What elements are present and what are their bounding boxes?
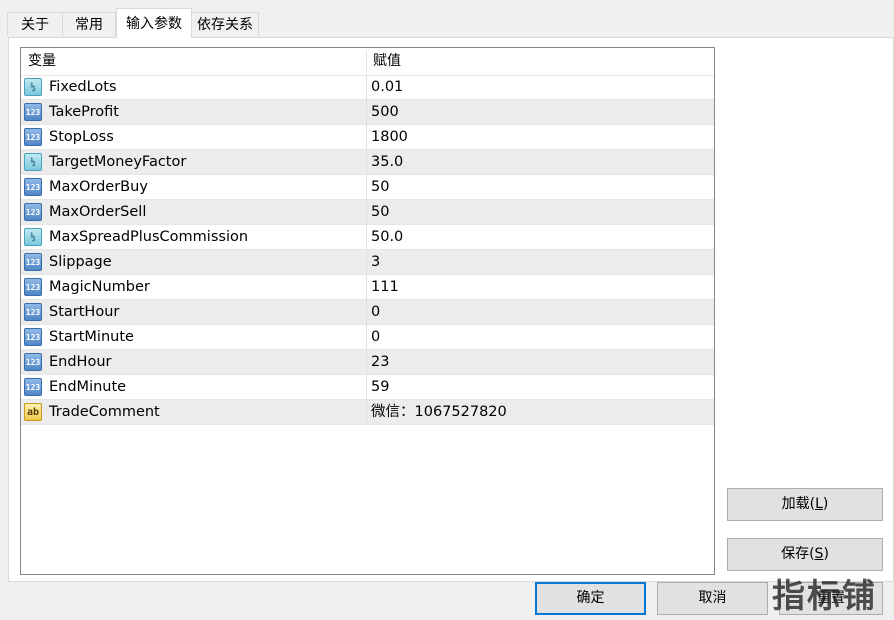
param-row[interactable]: 123 TakeProfit 500 [21, 100, 714, 125]
integer-icon: 123 [24, 103, 42, 121]
integer-icon: 123 [24, 278, 42, 296]
load-button[interactable]: 加载(L) [727, 488, 883, 521]
param-row[interactable]: 123 MagicNumber 111 [21, 275, 714, 300]
param-value[interactable]: 59 [371, 375, 389, 400]
tab-common[interactable]: 常用 [62, 12, 116, 36]
column-separator [366, 250, 367, 275]
param-name: EndMinute [49, 379, 127, 395]
param-row[interactable]: 123 StartHour 0 [21, 300, 714, 325]
integer-icon: 123 [24, 303, 42, 321]
param-name: MagicNumber [49, 279, 150, 295]
param-value[interactable]: 500 [371, 100, 399, 125]
tab-strip: 关于 常用 输入参数 依存关系 [0, 0, 894, 38]
column-separator [366, 325, 367, 350]
load-button-label: 加载( [781, 496, 816, 512]
param-row[interactable]: ab TradeComment 微信：1067527820 [21, 400, 714, 425]
integer-icon: 123 [24, 178, 42, 196]
param-value[interactable]: 23 [371, 350, 389, 375]
param-name: StartMinute [49, 329, 134, 345]
column-separator [366, 400, 367, 425]
param-name: FixedLots [49, 79, 117, 95]
tab-inputs[interactable]: 输入参数 [116, 8, 192, 38]
param-value[interactable]: 35.0 [371, 150, 403, 175]
column-separator [366, 150, 367, 175]
column-separator [366, 375, 367, 400]
param-row[interactable]: 123 StopLoss 1800 [21, 125, 714, 150]
load-button-accelerator: L [815, 496, 823, 512]
param-name: StartHour [49, 304, 120, 320]
tab-dependencies[interactable]: 依存关系 [191, 12, 259, 36]
param-value[interactable]: 0 [371, 325, 380, 350]
param-name: TakeProfit [49, 104, 119, 120]
param-value[interactable]: 50.0 [371, 225, 403, 250]
param-row[interactable]: ½ MaxSpreadPlusCommission 50.0 [21, 225, 714, 250]
save-button[interactable]: 保存(S) [727, 538, 883, 571]
parameters-grid[interactable]: 变量 赋值 ½ FixedLots 0.01 123 TakeProfit 500 123 S… [20, 47, 715, 575]
integer-icon: 123 [24, 328, 42, 346]
param-name: TradeComment [49, 404, 160, 420]
param-name: EndHour [49, 354, 112, 370]
integer-icon: 123 [24, 253, 42, 271]
param-row[interactable]: 123 MaxOrderSell 50 [21, 200, 714, 225]
param-row[interactable]: ½ FixedLots 0.01 [21, 75, 714, 100]
column-separator [366, 100, 367, 125]
integer-icon: 123 [24, 353, 42, 371]
double-icon: ½ [24, 228, 42, 246]
double-icon: ½ [24, 78, 42, 96]
param-row[interactable]: 123 StartMinute 0 [21, 325, 714, 350]
reset-button[interactable]: 重置 [779, 582, 883, 615]
param-value[interactable]: 50 [371, 175, 389, 200]
column-separator [366, 200, 367, 225]
grid-header: 变量 赋值 [21, 48, 714, 76]
param-value[interactable]: 3 [371, 250, 380, 275]
param-row[interactable]: 123 EndMinute 59 [21, 375, 714, 400]
param-value[interactable]: 0.01 [371, 75, 403, 100]
tab-about[interactable]: 关于 [7, 12, 63, 36]
param-name: MaxSpreadPlusCommission [49, 229, 249, 245]
param-row[interactable]: 123 MaxOrderBuy 50 [21, 175, 714, 200]
column-divider[interactable] [366, 50, 367, 73]
param-value[interactable]: 0 [371, 300, 380, 325]
param-name: MaxOrderBuy [49, 179, 148, 195]
integer-icon: 123 [24, 128, 42, 146]
column-separator [366, 300, 367, 325]
param-value[interactable]: 1800 [371, 125, 408, 150]
param-row[interactable]: ½ TargetMoneyFactor 35.0 [21, 150, 714, 175]
param-name: MaxOrderSell [49, 204, 147, 220]
column-separator [366, 75, 367, 100]
param-name: TargetMoneyFactor [49, 154, 187, 170]
param-value[interactable]: 微信：1067527820 [371, 400, 507, 425]
param-row[interactable]: 123 Slippage 3 [21, 250, 714, 275]
param-value[interactable]: 111 [371, 275, 399, 300]
column-separator [366, 175, 367, 200]
save-button-suffix: ) [823, 546, 829, 562]
param-name: StopLoss [49, 129, 114, 145]
column-header-variable[interactable]: 变量 [28, 48, 56, 75]
column-separator [366, 350, 367, 375]
save-button-label: 保存( [781, 546, 815, 562]
row-separator [21, 424, 714, 425]
param-value[interactable]: 50 [371, 200, 389, 225]
double-icon: ½ [24, 153, 42, 171]
load-button-suffix: ) [822, 496, 829, 512]
param-row[interactable]: 123 EndHour 23 [21, 350, 714, 375]
cancel-button[interactable]: 取消 [657, 582, 768, 615]
integer-icon: 123 [24, 203, 42, 221]
column-separator [366, 125, 367, 150]
column-header-value[interactable]: 赋值 [373, 48, 401, 75]
integer-icon: 123 [24, 378, 42, 396]
param-name: Slippage [49, 254, 112, 270]
ok-button[interactable]: 确定 [535, 582, 646, 615]
column-separator [366, 275, 367, 300]
string-icon: ab [24, 403, 42, 421]
column-separator [366, 225, 367, 250]
